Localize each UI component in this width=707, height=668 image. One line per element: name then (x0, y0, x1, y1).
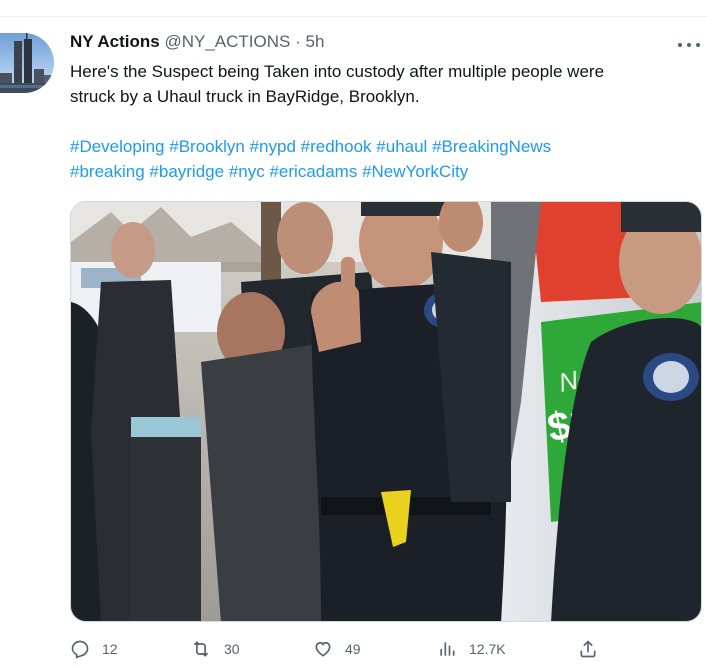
hashtag-link[interactable]: #breaking (70, 162, 145, 181)
tweet-header: NY Actions @NY_ACTIONS · 5h (70, 31, 702, 53)
hashtag-line: #breaking #bayridge #nyc #ericadams #New… (70, 159, 702, 184)
hashtag-link[interactable]: #uhaul (376, 137, 427, 156)
hashtag-link[interactable]: #NewYorkCity (362, 162, 468, 181)
author-handle[interactable]: @NY_ACTIONS (164, 32, 290, 51)
reply-count: 12 (102, 641, 118, 657)
reply-button[interactable]: 12 (70, 634, 118, 664)
hashtags: #Developing #Brooklyn #nypd #redhook #uh… (70, 134, 702, 184)
hashtag-link[interactable]: #ericadams (269, 162, 357, 181)
avatar[interactable] (0, 33, 54, 93)
photo-scene: Now On $19 (71, 202, 701, 621)
tweet-text-line: struck by a Uhaul truck in BayRidge, Bro… (70, 87, 420, 106)
hashtag-link[interactable]: #redhook (301, 137, 372, 156)
views-button[interactable]: 12.7K (437, 634, 506, 664)
author-display-name[interactable]: NY Actions (70, 32, 160, 51)
tweet-text: Here's the Suspect being Taken into cust… (70, 59, 702, 109)
hashtag-link[interactable]: #bayridge (149, 162, 224, 181)
hashtag-link[interactable]: #Brooklyn (169, 137, 245, 156)
hashtag-link[interactable]: #nyc (229, 162, 265, 181)
like-button[interactable]: 49 (313, 634, 361, 664)
views-icon (437, 639, 457, 659)
hashtag-link[interactable]: #BreakingNews (432, 137, 551, 156)
tweet-timestamp[interactable]: 5h (306, 32, 325, 51)
action-bar: 12 30 49 12.7K (70, 634, 702, 664)
share-icon (578, 639, 598, 659)
tweet-photo[interactable]: Now On $19 (70, 201, 702, 622)
tweet-text-line: Here's the Suspect being Taken into cust… (70, 62, 605, 81)
hashtag-link[interactable]: #nypd (250, 137, 296, 156)
retweet-count: 30 (224, 641, 240, 657)
header-separator: · (295, 32, 301, 51)
avatar-image (0, 33, 54, 93)
tweet[interactable]: NY Actions @NY_ACTIONS · 5h Here's the S… (0, 17, 707, 668)
share-button[interactable] (578, 634, 598, 664)
hashtag-line: #Developing #Brooklyn #nypd #redhook #uh… (70, 134, 702, 159)
retweet-button[interactable]: 30 (190, 634, 240, 664)
retweet-icon (190, 639, 212, 659)
hashtag-link[interactable]: #Developing (70, 137, 165, 156)
tweet-content: NY Actions @NY_ACTIONS · 5h Here's the S… (70, 31, 702, 184)
views-count: 12.7K (469, 641, 506, 657)
reply-icon (70, 639, 90, 659)
like-count: 49 (345, 641, 361, 657)
like-icon (313, 639, 333, 659)
